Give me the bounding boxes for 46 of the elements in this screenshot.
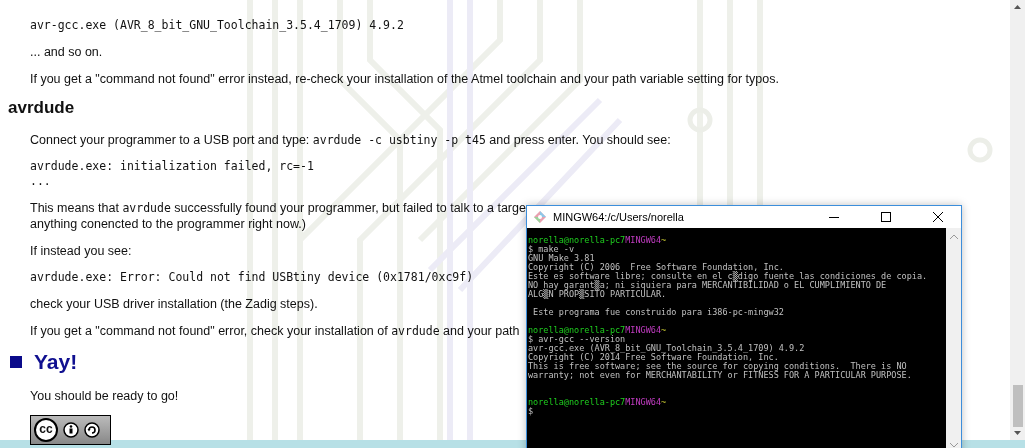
paragraph: You should be ready to go! — [30, 388, 179, 404]
prompt-shell: MINGW64 — [625, 325, 662, 335]
terminal-line: $ avr-gcc --version — [528, 335, 627, 344]
paragraph: This means that avrdude successfully found your programmer, but failed to talk to a targe — [30, 200, 526, 216]
license-badge[interactable]: cc — [30, 415, 111, 445]
prompt-directory: ~ — [661, 397, 667, 407]
paragraph: check your USB driver installation (the Zadig steps). — [30, 296, 318, 312]
code-line: avr-gcc.exe (AVR_8_bit_GNU_Toolchain_3.5.4_1709) 4.9.2 — [30, 18, 404, 33]
terminal-line: avr-gcc.exe (AVR_8_bit_GNU_Toolchain_3.5.4_1709) 4.9.2 — [528, 344, 806, 353]
code-line: ... — [30, 174, 51, 189]
terminal-line: GNU Make 3.81 — [528, 254, 596, 263]
code-line: avrdude.exe: Error: Could not find USBtiny device (0x1781/0xc9f) — [30, 270, 474, 285]
prompt-directory: ~ — [661, 325, 667, 335]
prompt-shell: MINGW64 — [625, 235, 662, 245]
terminal-line: $ make -v — [528, 245, 575, 254]
prompt-directory: ~ — [661, 235, 667, 245]
scroll-up-icon[interactable] — [1014, 5, 1021, 9]
prompt-shell: MINGW64 — [625, 397, 662, 407]
window-title: MINGW64:/c/Users/norella — [553, 211, 684, 223]
square-bullet-icon — [10, 356, 22, 368]
paragraph: anything conencted to the programmer right now.) — [30, 216, 306, 232]
scroll-down-icon[interactable] — [1014, 431, 1021, 435]
terminal-line: $ — [528, 407, 534, 416]
terminal-line: This is free software; see the source for copying conditions. There is NO — [528, 362, 907, 371]
paragraph: If you get a "command not found" error, check your installation of avrdude and your path — [30, 323, 520, 339]
terminal-line: Copyright (C) 2006 Free Software Foundation, Inc. — [528, 263, 785, 272]
code-line: avrdude.exe: initialization failed, rc=-1 — [30, 159, 314, 174]
paragraph: If instead you see: — [30, 243, 132, 259]
terminal-line: warranty; not even for MERCHANTABILITY or FITNESS FOR A PARTICULAR PURPOSE. — [528, 371, 913, 380]
prompt-user: norella@norella-pc7 — [528, 397, 626, 407]
section-heading: Yay! — [34, 350, 78, 374]
terminal-line: Copyright (C) 2014 Free Software Foundation, Inc. — [528, 353, 780, 362]
terminal-line: NO hay garant▒a; ni siquiera para MERCANTIBILIDAD o EL CUMPLIMIENTO DE — [528, 281, 888, 290]
paragraph: If you get a "command not found" error instead, re-check your installation of the Atmel toolchain and your path variable setting for typos. — [30, 71, 779, 87]
prompt-user: norella@norella-pc7 — [528, 235, 626, 245]
paragraph: Connect your programmer to a USB port and type: avrdude -c usbtiny -p t45 and press enter. You should see: — [30, 132, 671, 148]
prompt-user: norella@norella-pc7 — [528, 325, 626, 335]
terminal-line: Este es software libre; consulte en el c▒digo fuente las condiciones de copia. — [528, 272, 929, 281]
paragraph: ... and so on. — [30, 44, 103, 60]
scrollbar[interactable] — [1010, 0, 1025, 440]
section-heading: avrdude — [8, 98, 76, 118]
terminal-line: Este programa fue construido para i386-pc-mingw32 — [532, 308, 785, 317]
diamond-logo-icon — [533, 210, 547, 224]
terminal-line: ALG▒N PROP▒SITO PARTICULAR. — [528, 290, 667, 299]
scrollbar-thumb[interactable] — [1012, 385, 1023, 427]
share-alike-icon — [84, 422, 100, 438]
